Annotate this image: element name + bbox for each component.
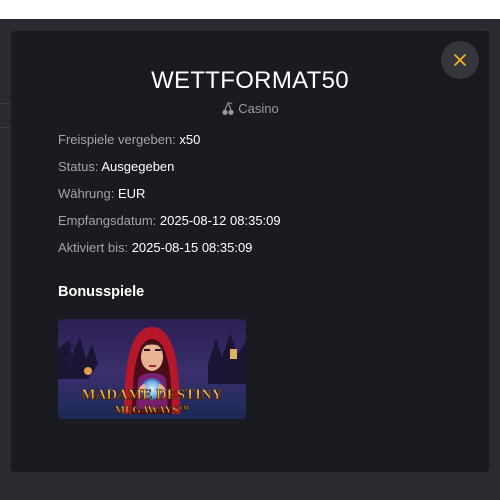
info-value: Ausgegeben (101, 159, 175, 174)
info-value: x50 (179, 132, 201, 147)
bonus-games-heading: Bonusspiele (58, 284, 145, 300)
modal-title: WETTFORMAT50 (151, 67, 349, 94)
game-title-line2: MEGAWAYS™ (115, 404, 190, 416)
category-label: Casino (0, 101, 500, 116)
game-artwork: MADAME DESTINY MEGAWAYS™ (58, 319, 246, 419)
game-title-line1: MADAME DESTINY (81, 387, 222, 403)
cherries-icon (222, 101, 234, 115)
game-thumbnail-madame-destiny[interactable]: MADAME DESTINY MEGAWAYS™ (58, 319, 246, 419)
info-label: Aktiviert bis: (58, 240, 129, 255)
category-text: Casino (238, 101, 279, 116)
background-divider (0, 127, 10, 128)
info-row-received-date: Empfangsdatum: 2025-08-12 08:35:09 (58, 212, 281, 239)
info-label: Status: (58, 159, 99, 174)
bonus-info-list: Freispiele vergeben: x50 Status: Ausgege… (58, 131, 281, 266)
info-label: Freispiele vergeben: (58, 132, 176, 147)
info-row-freespins: Freispiele vergeben: x50 (58, 131, 281, 158)
info-row-currency: Währung: EUR (58, 185, 281, 212)
info-value: 2025-08-15 08:35:09 (131, 240, 253, 255)
info-value: 2025-08-12 08:35:09 (159, 213, 281, 228)
close-icon (454, 54, 466, 66)
info-row-active-until: Aktiviert bis: 2025-08-15 08:35:09 (58, 239, 281, 266)
info-value: EUR (118, 186, 146, 201)
info-label: Empfangsdatum: (58, 213, 157, 228)
info-row-status: Status: Ausgegeben (58, 158, 281, 185)
info-label: Währung: (58, 186, 115, 201)
